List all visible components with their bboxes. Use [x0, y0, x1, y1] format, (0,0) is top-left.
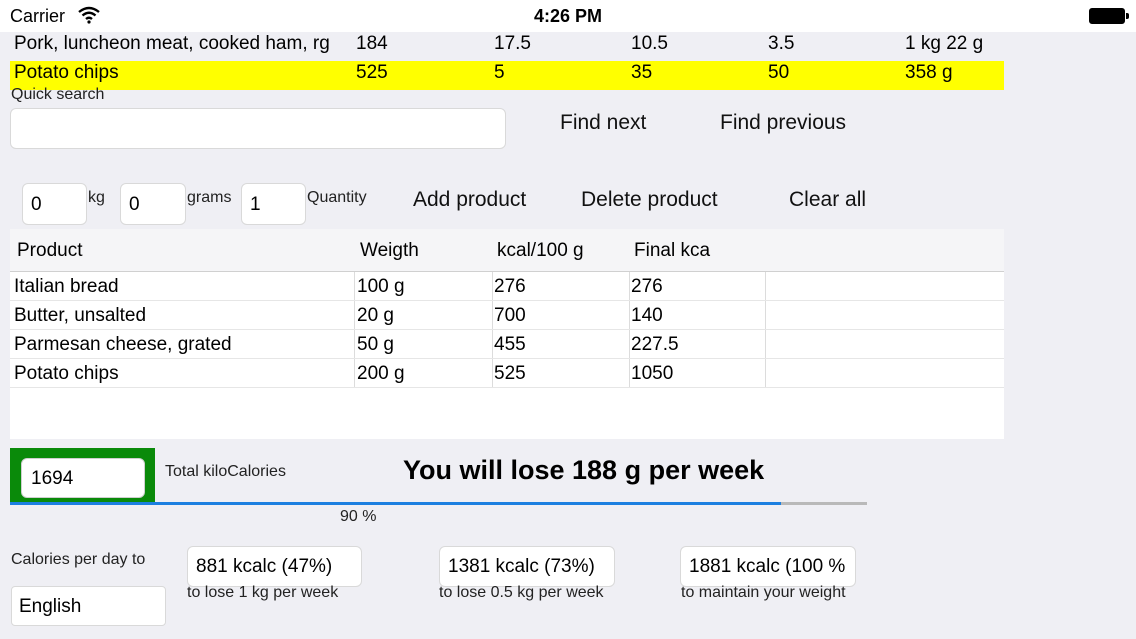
- cell-weight: 200 g: [357, 363, 405, 384]
- cell-product: Potato chips: [14, 363, 119, 384]
- cell-final-kcal: 276: [631, 276, 663, 297]
- food-name: Pork, luncheon meat, cooked ham, rg: [14, 33, 330, 54]
- cell-kcal: 276: [494, 276, 526, 297]
- cell-product: Parmesan cheese, grated: [14, 334, 232, 355]
- cell-weight: 20 g: [357, 305, 394, 326]
- kg-input[interactable]: 0: [22, 183, 87, 225]
- kg-label: kg: [88, 189, 105, 206]
- quantity-input[interactable]: 1: [241, 183, 306, 225]
- food-name: Potato chips: [14, 62, 119, 83]
- total-kcal-label: Total kiloCalories: [165, 463, 286, 480]
- kcal-maintain-caption: to maintain your weight: [681, 584, 846, 601]
- status-bar: Carrier 4:26 PM: [0, 0, 1136, 32]
- header-final-kcal[interactable]: Final kca: [634, 240, 710, 262]
- food-list[interactable]: Pork, luncheon meat, cooked ham, rg 184 …: [10, 32, 1004, 90]
- cell-kcal: 700: [494, 305, 526, 326]
- cell-final-kcal: 227.5: [631, 334, 679, 355]
- kcal-lose-1kg-caption: to lose 1 kg per week: [187, 584, 339, 601]
- find-next-button[interactable]: Find next: [560, 111, 646, 135]
- food-kcal: 184: [356, 33, 388, 54]
- table-row[interactable]: Italian bread 100 g 276 276: [10, 272, 1004, 301]
- table-row[interactable]: Parmesan cheese, grated 50 g 455 227.5: [10, 330, 1004, 359]
- quick-search-input[interactable]: [10, 108, 506, 149]
- cell-weight: 100 g: [357, 276, 405, 297]
- food-protein: 17.5: [494, 33, 531, 54]
- progress-label: 90 %: [340, 508, 377, 525]
- grams-input[interactable]: 0: [120, 183, 186, 225]
- header-weight[interactable]: Weigth: [360, 240, 419, 262]
- food-carbs: 50: [768, 62, 790, 83]
- food-row[interactable]: Pork, luncheon meat, cooked ham, rg 184 …: [10, 32, 1004, 61]
- food-carbs: 3.5: [768, 33, 795, 54]
- food-fat: 10.5: [631, 33, 668, 54]
- cell-product: Butter, unsalted: [14, 305, 147, 326]
- delete-product-button[interactable]: Delete product: [581, 188, 718, 212]
- header-product[interactable]: Product: [17, 240, 82, 262]
- cell-weight: 50 g: [357, 334, 394, 355]
- add-product-button[interactable]: Add product: [413, 188, 526, 212]
- kcal-maintain-field[interactable]: 1881 kcalc (100 %: [680, 546, 856, 587]
- food-kcal: 525: [356, 62, 388, 83]
- food-row-selected[interactable]: Potato chips 525 5 35 50 358 g: [10, 61, 1004, 90]
- table-header: Product Weigth kcal/100 g Final kca: [10, 229, 1004, 272]
- food-protein: 5: [494, 62, 505, 83]
- grams-label: grams: [187, 189, 232, 206]
- product-table[interactable]: Product Weigth kcal/100 g Final kca Ital…: [10, 229, 1004, 439]
- battery-icon: [1089, 8, 1129, 24]
- cell-kcal: 455: [494, 334, 526, 355]
- language-selector[interactable]: English: [11, 586, 166, 626]
- quick-search-label: Quick search: [11, 86, 105, 103]
- clear-all-button[interactable]: Clear all: [789, 188, 866, 212]
- cell-kcal: 525: [494, 363, 526, 384]
- total-kcal-field[interactable]: 1694: [21, 458, 145, 498]
- food-limit: 358 g: [905, 62, 953, 83]
- find-previous-button[interactable]: Find previous: [720, 111, 846, 135]
- cell-final-kcal: 1050: [631, 363, 674, 384]
- header-kcal-per-100g[interactable]: kcal/100 g: [497, 240, 584, 262]
- kcal-lose-1kg-field[interactable]: 881 kcalc (47%): [187, 546, 362, 587]
- kcal-lose-half-kg-field[interactable]: 1381 kcalc (73%): [439, 546, 615, 587]
- kcal-lose-half-kg-caption: to lose 0.5 kg per week: [439, 584, 604, 601]
- food-limit: 1 kg 22 g: [905, 33, 984, 54]
- progress-bar-fill: [10, 502, 782, 505]
- quantity-label: Quantity: [307, 189, 367, 206]
- clock: 4:26 PM: [533, 6, 603, 26]
- weekly-loss-message: You will lose 188 g per week: [403, 455, 765, 485]
- food-fat: 35: [631, 62, 653, 83]
- cell-product: Italian bread: [14, 276, 119, 297]
- table-row[interactable]: Potato chips 200 g 525 1050: [10, 359, 1004, 388]
- cell-final-kcal: 140: [631, 305, 663, 326]
- table-row[interactable]: Butter, unsalted 20 g 700 140: [10, 301, 1004, 330]
- calories-per-day-label: Calories per day to: [11, 551, 146, 568]
- progress-bar: [10, 502, 867, 505]
